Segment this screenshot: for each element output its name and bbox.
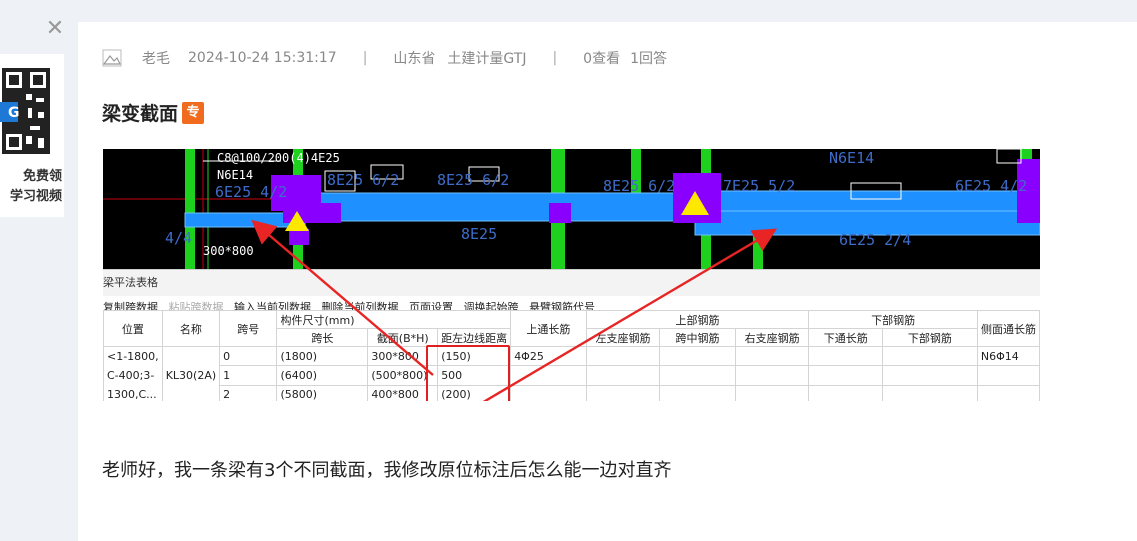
- attached-screenshot[interactable]: C8@100/200(4)4E25 N6E14 6E25 4/2 8E25 6/…: [103, 149, 1040, 401]
- post-province: 山东省: [393, 51, 436, 67]
- svg-text:G: G: [8, 105, 20, 121]
- qr-code-icon: G: [0, 64, 52, 162]
- question-text: 老师好，我一条梁有3个不同截面，我修改原位标注后怎么能一边对直齐: [102, 460, 672, 481]
- meta-separator: |: [552, 50, 558, 66]
- post-content: 老毛 2024-10-24 15:31:17 | 山东省 土建计量GTJ | 0…: [78, 22, 1137, 541]
- post-title-text: 梁变截面: [102, 103, 179, 125]
- expert-badge: 专: [182, 101, 205, 124]
- post-datetime: 2024-10-24 15:31:17: [188, 50, 337, 66]
- view-count: 0查看: [583, 51, 621, 67]
- post-meta: 老毛 2024-10-24 15:31:17 | 山东省 土建计量GTJ | 0…: [102, 46, 667, 70]
- post-title: 梁变截面 专: [102, 99, 205, 126]
- annotation-arrows: [251, 219, 778, 401]
- qr-line-2: 学习视频: [9, 189, 62, 204]
- post-category[interactable]: 土建计量GTJ: [447, 48, 526, 68]
- qr-line-1: 免费领: [22, 169, 62, 184]
- answer-count: 1回答: [630, 51, 668, 67]
- author-name[interactable]: 老毛: [142, 48, 170, 68]
- qr-promo-card[interactable]: G 免费领 学习视频: [0, 54, 64, 217]
- meta-separator: |: [362, 50, 368, 66]
- avatar[interactable]: [102, 48, 122, 68]
- close-icon[interactable]: ✕: [44, 18, 66, 40]
